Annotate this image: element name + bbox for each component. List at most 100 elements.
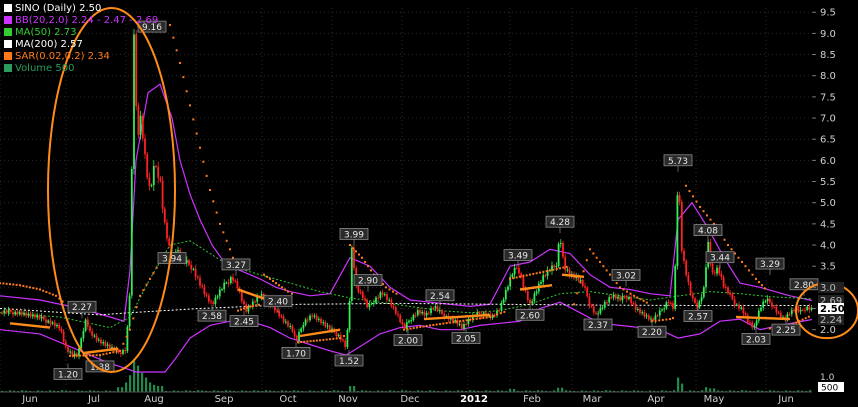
sar-dot: [435, 323, 438, 326]
candle-up: [322, 319, 325, 326]
sar-dot: [303, 340, 306, 343]
sar-dot: [349, 244, 351, 247]
candle-down: [768, 297, 771, 304]
legend-label: MA(200) 2.57: [15, 39, 83, 50]
sar-dot: [29, 286, 31, 289]
callout-label: 3.99: [344, 230, 364, 240]
sar-dot: [465, 319, 468, 322]
candle-body: [335, 332, 338, 337]
candle-body: [45, 319, 47, 323]
sar-dot: [32, 287, 35, 290]
candle-body: [60, 328, 63, 332]
candle-body: [51, 322, 54, 324]
candle-down: [584, 282, 586, 291]
sar-dot: [699, 205, 701, 208]
candle-down: [45, 316, 47, 326]
sar-dot: [661, 318, 664, 321]
candle-body: [559, 242, 562, 244]
candle-down: [544, 273, 547, 278]
candle-body: [313, 315, 316, 317]
candle-body: [702, 287, 705, 298]
candle-up: [23, 310, 25, 317]
candle-body: [25, 312, 28, 316]
candle-body: [801, 309, 804, 311]
candle-down: [155, 164, 157, 169]
candle-down: [738, 301, 740, 312]
candle-down: [291, 324, 294, 334]
sar-dot: [92, 354, 95, 357]
candle-down: [227, 278, 230, 287]
candle-up: [412, 313, 415, 322]
sar-dot: [489, 315, 491, 318]
candle-body: [324, 322, 327, 327]
sar-dot: [297, 341, 299, 344]
candle-body: [753, 325, 756, 328]
y-tick-label: 4.0: [820, 241, 836, 252]
candle-body: [727, 287, 729, 294]
sar-dot: [525, 274, 528, 277]
candle-body: [751, 322, 754, 328]
price-callout: 3.44: [705, 251, 735, 264]
candle-body: [232, 276, 234, 281]
candle-up: [216, 294, 219, 300]
candle-down: [625, 294, 628, 303]
sar-dot: [727, 244, 729, 247]
candle-down: [656, 313, 659, 317]
candle-down: [353, 245, 355, 271]
candle-body: [100, 339, 102, 344]
sar-dot: [595, 256, 598, 259]
sar-dot: [69, 354, 71, 357]
candle-body: [56, 324, 58, 327]
candle-body: [126, 326, 129, 352]
candle-down: [276, 308, 278, 314]
sar-dot: [658, 319, 661, 322]
sar-dot: [622, 288, 625, 291]
legend-swatch: [4, 40, 12, 48]
sar-dot: [169, 23, 171, 26]
candle-down: [163, 206, 166, 225]
sar-dot: [212, 200, 215, 203]
sar-dot: [182, 76, 185, 79]
candle-body: [40, 316, 43, 319]
candle-up: [326, 322, 329, 330]
candle-down: [203, 284, 206, 297]
candle-down: [399, 313, 402, 324]
sar-dot: [343, 335, 345, 338]
candle-down: [742, 304, 745, 316]
trend-accent: [735, 315, 791, 321]
sar-dot: [240, 308, 242, 311]
sar-dot: [15, 283, 18, 286]
sar-dot: [102, 353, 105, 356]
candle-down: [423, 309, 426, 318]
candle-down: [168, 235, 171, 249]
sar-dot: [619, 286, 621, 289]
candle-body: [82, 330, 85, 339]
x-tick-label: Mar: [583, 394, 603, 405]
candle-body: [557, 243, 560, 267]
price-callout: 2.58: [197, 309, 227, 322]
candle-down: [377, 294, 380, 302]
sar-dot: [751, 273, 754, 276]
volume-bar: [561, 387, 564, 392]
sar-dot: [358, 253, 360, 256]
sar-dot: [246, 306, 248, 309]
candle-body: [427, 312, 430, 314]
candle-body: [729, 293, 732, 295]
candle-body: [280, 316, 283, 318]
candle-down: [9, 308, 12, 314]
candle-body: [49, 320, 52, 324]
candle-body: [744, 313, 747, 316]
candle-down: [1, 311, 3, 315]
sar-dot: [355, 250, 357, 253]
candle-body: [588, 296, 591, 306]
candle-up: [425, 310, 428, 318]
price-callout: 2.40: [263, 295, 293, 308]
sar-dot: [155, 266, 158, 269]
legend-label: MA(50) 2.73: [15, 27, 77, 38]
candle-up: [663, 305, 666, 313]
sar-dot: [695, 200, 698, 203]
candle-body: [225, 282, 228, 284]
candle-down: [144, 133, 146, 160]
candle-body: [647, 315, 650, 320]
sar-dot: [459, 320, 461, 323]
